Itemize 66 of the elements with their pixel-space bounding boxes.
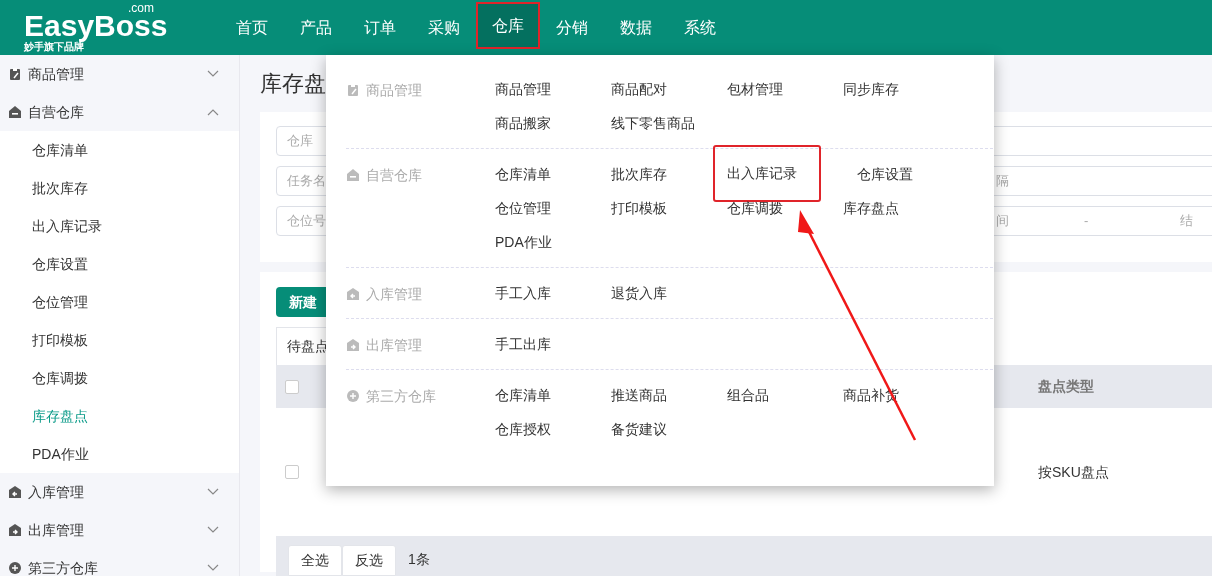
range-text: 结	[1180, 212, 1194, 231]
house-icon	[346, 168, 360, 182]
chevron-down-icon[interactable]	[207, 488, 219, 496]
menu-item[interactable]: 推送商品	[611, 378, 727, 412]
menu-item[interactable]: 备货建议	[611, 412, 727, 446]
table-cell-text: 按SKU盘点	[1038, 462, 1110, 482]
menu-item[interactable]: 仓库授权	[495, 412, 611, 446]
checkbox[interactable]	[285, 465, 299, 479]
sidebar-group[interactable]: 商品管理	[0, 55, 239, 93]
menu-item[interactable]: 出入库记录	[713, 145, 821, 202]
logo-suffix: .com	[127, 3, 154, 13]
chevron-down-icon[interactable]	[207, 70, 219, 78]
menu-item[interactable]: 商品管理	[495, 72, 611, 106]
page-title: 库存盘	[260, 70, 326, 98]
outbound-icon	[346, 338, 360, 352]
menu-section-label: 自营仓库	[366, 166, 422, 185]
menu-section-label: 第三方仓库	[366, 387, 436, 406]
nav-tab[interactable]: 仓库	[476, 2, 540, 49]
clipboard-icon	[346, 83, 360, 97]
inbound-icon	[346, 287, 360, 301]
sidebar-group[interactable]: 第三方仓库	[0, 549, 239, 576]
select-button[interactable]: 反选	[342, 545, 396, 576]
range-text: 间	[996, 212, 1009, 231]
menu-item[interactable]: 库存盘点	[843, 191, 959, 225]
menu-item[interactable]: 手工入库	[495, 276, 611, 310]
nav-tab[interactable]: 产品	[284, 0, 348, 55]
menu-item[interactable]: 组合品	[727, 378, 843, 412]
nav-tab[interactable]: 首页	[220, 0, 284, 55]
chevron-up-icon[interactable]	[207, 108, 219, 116]
sidebar-group[interactable]: 自营仓库	[0, 93, 239, 131]
menu-item[interactable]: 商品配对	[611, 72, 727, 106]
clipboard-icon	[8, 67, 22, 81]
menu-item[interactable]: 仓库清单	[495, 378, 611, 412]
nav-tab[interactable]: 数据	[604, 0, 668, 55]
menu-section-label: 出库管理	[366, 336, 422, 355]
inbound-icon	[8, 485, 22, 499]
select-button[interactable]: 全选	[288, 545, 342, 576]
nav-tab[interactable]: 采购	[412, 0, 476, 55]
menu-item[interactable]: 仓库设置	[857, 157, 973, 191]
menu-item[interactable]: 仓库清单	[495, 157, 611, 191]
menu-item[interactable]: PDA作业	[495, 225, 611, 259]
menu-item[interactable]: 商品搬家	[495, 106, 611, 140]
column-header: 盘点类型	[1038, 377, 1095, 396]
menu-item[interactable]: 仓位管理	[495, 191, 611, 225]
chevron-down-icon[interactable]	[207, 564, 219, 572]
nav-tab[interactable]: 系统	[668, 0, 732, 55]
box-icon	[8, 561, 22, 575]
range-text: -	[1084, 212, 1089, 231]
menu-section-label: 入库管理	[366, 285, 422, 304]
menu-item[interactable]: 手工出库	[495, 327, 611, 361]
nav-tab[interactable]: 分销	[540, 0, 604, 55]
menu-item[interactable]: 同步库存	[843, 72, 959, 106]
row-count: 1条	[408, 550, 430, 569]
sidebar-group[interactable]: 出库管理	[0, 511, 239, 549]
chevron-down-icon[interactable]	[207, 526, 219, 534]
menu-section-label: 商品管理	[366, 81, 422, 100]
house-icon	[8, 105, 22, 119]
checkbox[interactable]	[285, 379, 299, 394]
outbound-icon	[8, 523, 22, 537]
nav-tab[interactable]: 订单	[348, 0, 412, 55]
logo-tagline: 妙手旗下品牌	[24, 42, 84, 52]
menu-item[interactable]: 线下零售商品	[611, 106, 727, 140]
menu-item[interactable]: 包材管理	[727, 72, 843, 106]
menu-item[interactable]: 退货入库	[611, 276, 727, 310]
sidebar-group[interactable]: 入库管理	[0, 473, 239, 511]
box-icon	[346, 389, 360, 403]
